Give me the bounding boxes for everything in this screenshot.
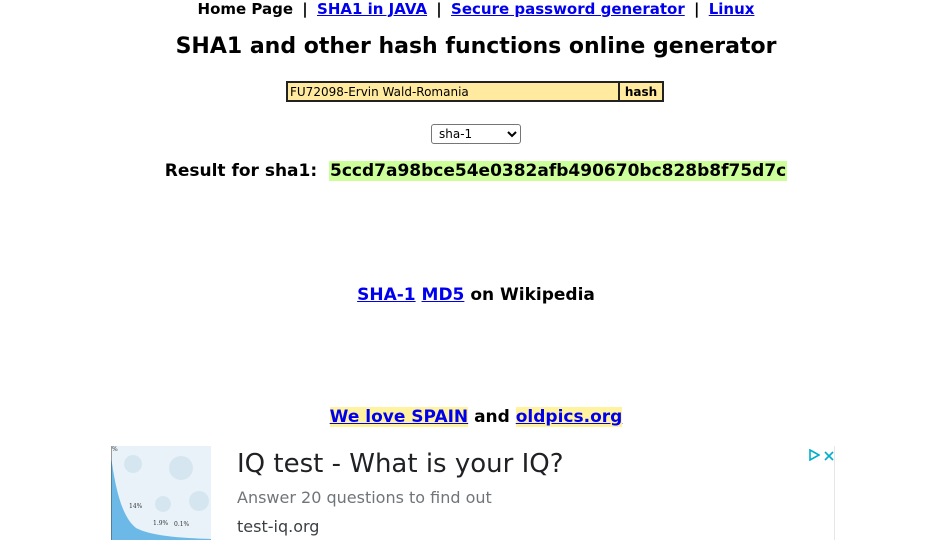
algorithm-select[interactable]: sha-1	[431, 124, 521, 144]
thumb-label: 1.9%	[153, 520, 169, 527]
nav-separator: |	[436, 0, 442, 18]
ad-choices-icon[interactable]	[808, 449, 820, 461]
wiki-sha1-link[interactable]: SHA-1	[357, 285, 416, 305]
nav-separator: |	[302, 0, 308, 18]
nav-link-linux[interactable]: Linux	[709, 0, 755, 18]
hash-button[interactable]: hash	[618, 81, 664, 102]
ad-banner[interactable]: % 14% 1.9% 0.1% IQ test - What is your I…	[111, 446, 835, 540]
nav-link-sha1-java[interactable]: SHA1 in JAVA	[317, 0, 427, 18]
ad-thumbnail[interactable]: % 14% 1.9% 0.1%	[111, 446, 211, 540]
ad-title[interactable]: IQ test - What is your IQ?	[237, 448, 564, 480]
ad-choices	[808, 448, 834, 462]
wiki-suffix: on Wikipedia	[470, 285, 595, 305]
thumb-label: 14%	[129, 503, 143, 510]
ad-subtitle: Answer 20 questions to find out	[237, 488, 492, 507]
promo-oldpics-link[interactable]: oldpics.org	[515, 407, 623, 427]
thumb-label: %	[112, 446, 118, 453]
ad-url[interactable]: test-iq.org	[237, 517, 319, 537]
top-nav: Home Page | SHA1 in JAVA | Secure passwo…	[0, 0, 952, 18]
wiki-md5-link[interactable]: MD5	[422, 285, 465, 305]
result-label: Result for sha1:	[164, 161, 318, 181]
wikipedia-line: SHA-1 MD5 on Wikipedia	[0, 284, 952, 306]
hash-form: hash	[286, 81, 664, 102]
nav-separator: |	[693, 0, 700, 18]
promo-line: We love SPAIN and oldpics.org	[0, 406, 952, 428]
thumb-label: 0.1%	[174, 521, 190, 528]
close-icon[interactable]	[824, 451, 834, 461]
promo-joiner: and	[474, 407, 510, 427]
promo-spain-link[interactable]: We love SPAIN	[329, 407, 469, 427]
nav-link-password-generator[interactable]: Secure password generator	[451, 0, 685, 18]
nav-home: Home Page	[197, 0, 294, 18]
page-title: SHA1 and other hash functions online gen…	[175, 34, 777, 59]
result-hash: 5ccd7a98bce54e0382afb490670bc828b8f75d7c	[329, 161, 788, 181]
result-line: Result for sha1: 5ccd7a98bce54e0382afb49…	[0, 160, 952, 183]
hash-input[interactable]	[286, 81, 618, 102]
